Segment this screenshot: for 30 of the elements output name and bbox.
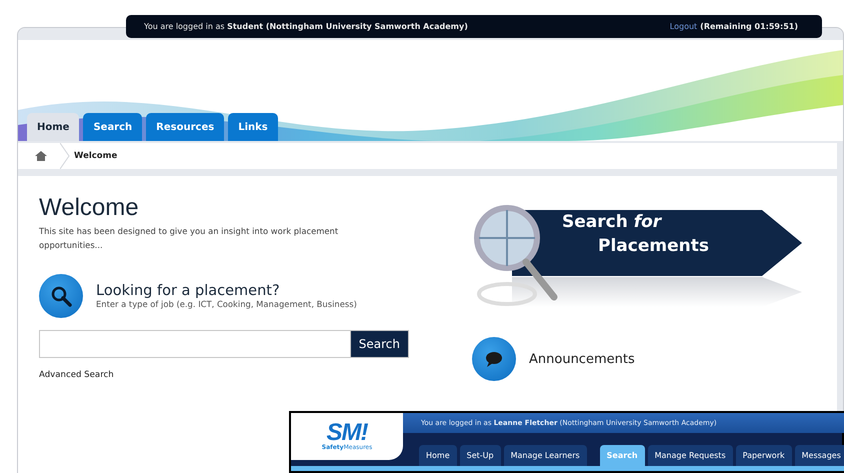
- nav-tab[interactable]: Links: [228, 113, 278, 141]
- search-placements-banner[interactable]: Search for Placements: [472, 202, 812, 317]
- placement-heading: Looking for a placement?: [96, 283, 281, 299]
- nav-tab[interactable]: Home: [419, 445, 457, 466]
- banner-line: Placements: [598, 235, 709, 258]
- welcome-intro: This site has been designed to give you an insight into work placement opportunities...: [39, 225, 340, 252]
- job-search-field[interactable]: [39, 330, 350, 358]
- nav-tab[interactable]: Manage Learners: [504, 445, 587, 466]
- login-status: You are logged in as Student (Nottingham University Samworth Academy): [144, 22, 468, 31]
- nav-tab[interactable]: Resources: [146, 113, 224, 141]
- advanced-search-link[interactable]: Advanced Search: [39, 370, 114, 380]
- nav-tab[interactable]: Messages: [794, 445, 844, 466]
- nav-tab[interactable]: Paperwork: [736, 445, 792, 466]
- speech-bubble-icon: [472, 337, 516, 381]
- search-button[interactable]: Search: [350, 330, 409, 358]
- logo: SM!: [326, 422, 368, 444]
- remaining-time: (Remaining 01:59:51): [700, 22, 798, 31]
- home-icon[interactable]: [35, 151, 47, 161]
- nav-tab[interactable]: Set-Up: [460, 445, 501, 466]
- logout-link[interactable]: Logout: [670, 22, 698, 31]
- nav-tab[interactable]: Manage Requests: [648, 445, 733, 466]
- announcements-heading: Announcements: [529, 352, 635, 366]
- placement-hint: Enter a type of job (e.g. ICT, Cooking, Management, Business): [96, 299, 357, 309]
- banner-line: Search for: [562, 211, 663, 234]
- breadcrumb-separator-icon: [60, 143, 70, 169]
- search-icon: [39, 274, 83, 318]
- welcome-title: Welcome: [39, 194, 140, 222]
- breadcrumb-current: Welcome: [74, 151, 118, 161]
- nav-tab[interactable]: Home: [27, 113, 80, 141]
- nav-tab[interactable]: Search: [83, 113, 142, 141]
